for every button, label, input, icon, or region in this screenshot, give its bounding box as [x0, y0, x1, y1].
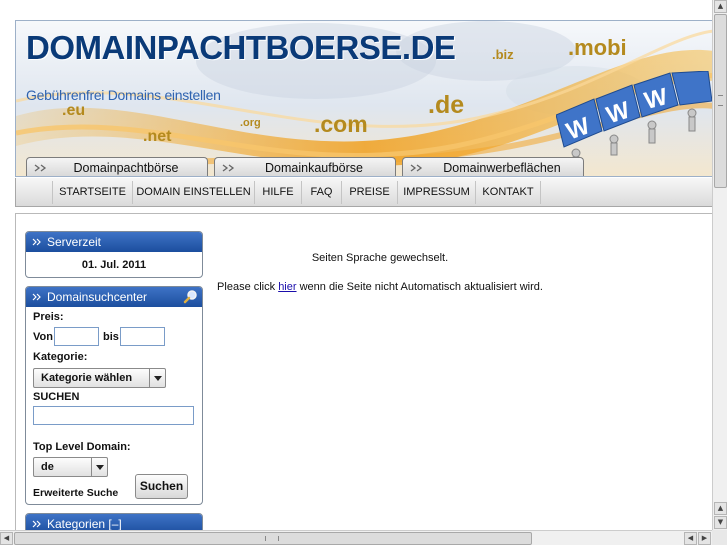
nav-startseite[interactable]: STARTSEITE — [52, 181, 132, 204]
tab-label: Domainkaufbörse — [265, 161, 363, 175]
site-header-banner: DOMAINPACHTBOERSE.DE Gebührenfrei Domain… — [15, 20, 713, 177]
tld-label-biz: .biz — [492, 47, 514, 62]
tld-label: Top Level Domain: — [33, 441, 131, 453]
scroll-right-arrow-icon[interactable]: ▶ — [698, 532, 711, 545]
tld-selected-value: de — [41, 461, 54, 473]
nav-impressum[interactable]: IMPRESSUM — [397, 181, 475, 204]
nav-hilfe[interactable]: HILFE — [254, 181, 301, 204]
tld-label-eu: .eu — [62, 102, 86, 119]
preis-bis-input[interactable] — [120, 327, 165, 346]
chevron-down-icon — [149, 369, 165, 387]
erweiterte-suche-link[interactable]: Erweiterte Suche — [33, 487, 118, 499]
kategorie-selected-value: Kategorie wählen — [41, 372, 133, 384]
scroll-up-arrow-icon[interactable]: ▲ — [714, 502, 727, 515]
suchen-button[interactable]: Suchen — [135, 474, 188, 499]
preis-von-input[interactable] — [54, 327, 99, 346]
search-form: Preis: Von bis Kategorie: Kategorie wähl… — [26, 307, 202, 499]
double-chevron-right-icon — [32, 520, 41, 528]
serverzeit-title: Serverzeit — [47, 235, 102, 249]
www-figures-logo: W W W — [556, 71, 712, 166]
refresh-message-after: wenn die Seite nicht Automatisch aktuali… — [296, 281, 543, 293]
domainsuchcenter-header: Domainsuchcenter — [26, 287, 202, 307]
main-navigation: STARTSEITE DOMAIN EINSTELLEN HILFE FAQ P… — [15, 178, 713, 207]
domainsuchcenter-title: Domainsuchcenter — [47, 290, 148, 304]
vertical-scrollbar[interactable]: ▲ ▲ ▼ — [712, 0, 727, 530]
tab-domainpachtboerse[interactable]: Domainpachtbörse — [26, 157, 208, 176]
double-chevron-right-icon — [32, 238, 41, 246]
kategorie-select[interactable]: Kategorie wählen — [33, 368, 166, 388]
nav-domain-einstellen[interactable]: DOMAIN EINSTELLEN — [132, 181, 254, 204]
language-changed-message: Seiten Sprache gewechselt. — [311, 252, 449, 264]
scroll-down-arrow-icon[interactable]: ▼ — [714, 516, 727, 529]
tab-label: Domainpachtbörse — [73, 161, 179, 175]
preis-label: Preis: — [33, 311, 64, 323]
tld-label-com: .com — [314, 111, 368, 137]
serverzeit-box: Serverzeit 01. Jul. 2011 — [25, 231, 203, 278]
domainsuchcenter-box: Domainsuchcenter Preis: Von bis Kategori… — [25, 286, 203, 505]
tld-label-net: .net — [143, 128, 172, 145]
horizontal-scroll-thumb[interactable] — [14, 532, 532, 545]
nav-divider — [540, 181, 541, 204]
kategorien-title: Kategorien [–] — [47, 517, 122, 531]
horizontal-scrollbar[interactable]: ◀ ◀ ▶ — [0, 530, 712, 545]
refresh-message-before: Please click — [217, 281, 279, 293]
bis-label: bis — [103, 331, 119, 343]
site-subtitle: Gebührenfrei Domains einstellen — [26, 87, 221, 103]
double-chevron-right-icon — [32, 293, 41, 301]
refresh-message: Please click hier wenn die Seite nicht A… — [200, 281, 560, 293]
kategorie-label: Kategorie: — [33, 351, 88, 363]
scrollbar-corner — [712, 530, 727, 545]
vertical-scroll-thumb[interactable] — [714, 14, 727, 188]
scroll-up-arrow-icon[interactable]: ▲ — [714, 0, 727, 13]
nav-preise[interactable]: PREISE — [341, 181, 397, 204]
tld-label-org: .org — [240, 117, 261, 129]
site-title: DOMAINPACHTBOERSE.DE — [26, 29, 456, 66]
nav-kontakt[interactable]: KONTAKT — [475, 181, 540, 204]
nav-faq[interactable]: FAQ — [301, 181, 341, 204]
tld-label-mobi: .mobi — [568, 35, 627, 60]
magnifier-icon — [183, 290, 197, 304]
scroll-left-arrow-icon[interactable]: ◀ — [0, 532, 13, 545]
von-label: Von — [33, 331, 53, 343]
hier-link[interactable]: hier — [278, 281, 296, 293]
tab-domainkaufboerse[interactable]: Domainkaufbörse — [214, 157, 396, 176]
search-input[interactable] — [33, 406, 194, 425]
tab-domainwerbeflaechen[interactable]: Domainwerbeflächen — [402, 157, 584, 176]
scroll-left-arrow-icon[interactable]: ◀ — [684, 532, 697, 545]
server-date: 01. Jul. 2011 — [81, 259, 147, 271]
tld-label-de: .de — [428, 91, 465, 119]
tld-select[interactable]: de — [33, 457, 108, 477]
tab-label: Domainwerbeflächen — [443, 161, 561, 175]
serverzeit-header: Serverzeit — [26, 232, 202, 252]
chevron-down-icon — [91, 458, 107, 476]
suchen-label: SUCHEN — [33, 391, 80, 403]
